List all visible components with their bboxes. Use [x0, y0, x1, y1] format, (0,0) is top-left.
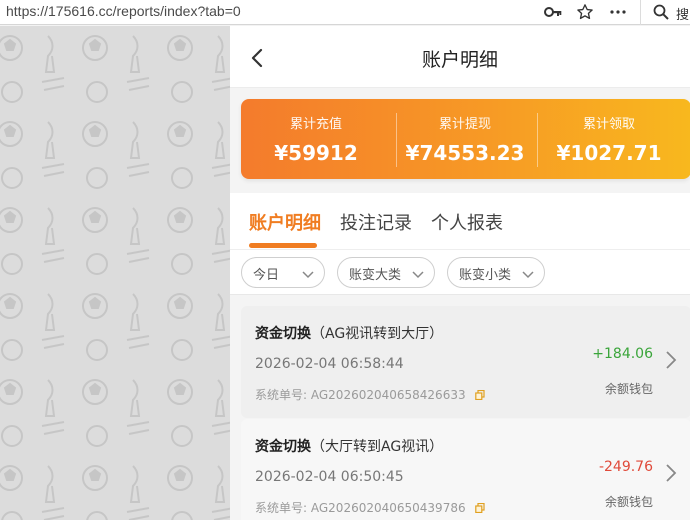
- chevron-down-icon: [301, 266, 315, 280]
- summary-label: 累计领取: [582, 117, 635, 132]
- record-title: 资金切换（大厅转到AG视讯）: [255, 436, 443, 456]
- url-field[interactable]: https://175616.cc/reports/index?tab=0: [6, 3, 241, 19]
- record-amount: -249.76: [598, 459, 653, 475]
- filter-category-label: 账变大类: [349, 268, 402, 283]
- record-title: 资金切换（AG视讯转到大厅）: [255, 323, 443, 343]
- filter-date-label: 今日: [253, 268, 280, 283]
- record-item[interactable]: 资金切换（AG视讯转到大厅） 2026-02-04 06:58:44 系统单号:…: [241, 306, 690, 418]
- record-order-number: AG202602040658426633: [310, 388, 466, 402]
- search-box-text[interactable]: 搜: [676, 4, 689, 23]
- key-icon[interactable]: [543, 2, 563, 22]
- active-tab-indicator: [249, 243, 317, 248]
- filter-category[interactable]: 账变大类: [337, 257, 435, 288]
- summary-value: ¥74553.23: [405, 141, 525, 165]
- record-detail: （AG视讯转到大厅）: [311, 326, 444, 342]
- summary-withdraw: 累计提现 ¥74553.23: [390, 99, 540, 179]
- tab-bet-records[interactable]: 投注记录: [340, 209, 412, 235]
- summary-recharge: 累计充值 ¥59912: [241, 99, 391, 179]
- summary-label: 累计提现: [438, 117, 491, 132]
- summary-claimed: 累计领取 ¥1027.71: [534, 99, 684, 179]
- browser-address-bar: https://175616.cc/reports/index?tab=0 搜: [0, 0, 690, 25]
- star-icon[interactable]: [575, 2, 595, 22]
- filter-bar: 今日 账变大类 账变小类: [230, 249, 690, 295]
- summary-value: ¥1027.71: [556, 141, 662, 165]
- record-detail: （大厅转到AG视讯）: [311, 439, 444, 455]
- background-pattern: [0, 26, 230, 520]
- tab-personal-report[interactable]: 个人报表: [431, 209, 503, 235]
- nav-bar: 账户明细: [230, 26, 690, 88]
- chevron-down-icon: [411, 266, 425, 280]
- record-order-number: AG202602040650439786: [310, 501, 466, 515]
- record-order-label: 系统单号:: [255, 501, 308, 515]
- record-order: 系统单号: AG202602040650439786: [255, 499, 486, 516]
- chevron-down-icon: [521, 266, 535, 280]
- record-type: 资金切换: [255, 439, 311, 455]
- summary-label: 累计充值: [289, 117, 342, 132]
- record-order: 系统单号: AG202602040658426633: [255, 386, 486, 403]
- record-wallet: 余额钱包: [604, 495, 653, 509]
- record-wallet: 余额钱包: [604, 382, 653, 396]
- record-amount: +184.06: [592, 346, 653, 362]
- tab-account-details[interactable]: 账户明细: [249, 209, 321, 235]
- filter-subcategory[interactable]: 账变小类: [447, 257, 545, 288]
- summary-card: 累计充值 ¥59912 累计提现 ¥74553.23 累计领取 ¥1027.71: [241, 99, 690, 179]
- record-order-label: 系统单号:: [255, 388, 308, 402]
- copy-icon[interactable]: [475, 502, 486, 514]
- more-icon[interactable]: [608, 2, 628, 22]
- summary-value: ¥59912: [274, 141, 358, 165]
- record-type: 资金切换: [255, 326, 311, 342]
- copy-icon[interactable]: [475, 389, 486, 401]
- record-time: 2026-02-04 06:50:45: [255, 469, 404, 485]
- toolbar-divider: [640, 0, 641, 25]
- chevron-right-icon[interactable]: [663, 463, 679, 483]
- filter-date[interactable]: 今日: [241, 257, 325, 288]
- app-screen: 账户明细 累计充值 ¥59912 累计提现 ¥74553.23 累计领取 ¥10…: [230, 26, 690, 520]
- record-item[interactable]: 资金切换（大厅转到AG视讯） 2026-02-04 06:50:45 系统单号:…: [241, 419, 690, 520]
- record-time: 2026-02-04 06:58:44: [255, 356, 404, 372]
- tab-bar: 账户明细 投注记录 个人报表: [230, 193, 690, 249]
- chevron-right-icon[interactable]: [663, 350, 679, 370]
- filter-subcategory-label: 账变小类: [459, 268, 512, 283]
- page-title: 账户明细: [421, 49, 498, 71]
- search-icon[interactable]: [651, 2, 671, 22]
